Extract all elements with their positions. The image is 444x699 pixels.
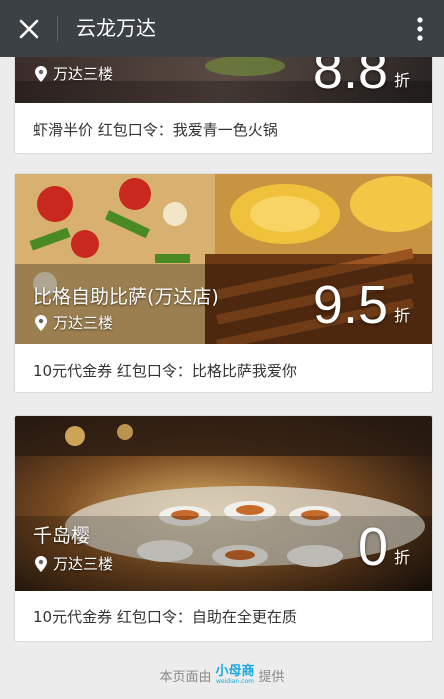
top-bar: 云龙万达 — [0, 0, 444, 57]
more-vertical-icon — [417, 17, 423, 41]
deal-caption: 10元代金券 红包口令：比格比萨我爱你 — [33, 362, 297, 380]
close-button[interactable] — [12, 12, 46, 46]
brand-sub: weidian.com — [216, 678, 254, 685]
location-pin-icon — [35, 314, 47, 331]
discount-unit: 折 — [393, 548, 410, 567]
brand-name: 小母商 — [215, 664, 255, 679]
deal-location: 万达三楼 — [35, 553, 113, 574]
discount-value: 9.5 — [312, 275, 388, 335]
location-pin-icon — [35, 555, 47, 572]
header-divider — [57, 16, 58, 42]
more-options-button[interactable] — [404, 12, 436, 46]
discount-value: 0 — [357, 517, 388, 577]
deal-location: 万达三楼 — [35, 312, 113, 333]
deal-discount: 0 折 — [358, 520, 410, 574]
deal-caption: 虾滑半价 红包口令：我爱青一色火锅 — [33, 121, 278, 139]
deal-location-text: 万达三楼 — [53, 314, 114, 332]
deal-card-buffet[interactable]: 千岛樱 万达三楼 0 折 10元代金券 红包口令：自助在全更在质 — [14, 415, 433, 642]
footer: 本页面由 小母商 weidian.com 提供 — [0, 665, 444, 685]
discount-unit: 折 — [393, 71, 410, 90]
deal-location: 万达三楼 — [35, 63, 113, 84]
deal-location-text: 万达三楼 — [53, 555, 114, 573]
deal-location-text: 万达三楼 — [53, 65, 114, 83]
footer-prefix: 本页面由 — [159, 669, 212, 685]
deal-card-pizza[interactable]: 比格自助比萨(万达店) 万达三楼 9.5 折 10元代金券 红包口令：比格比萨我… — [14, 173, 433, 393]
close-icon — [19, 19, 39, 39]
deal-name: 千岛樱 — [33, 525, 91, 547]
deal-discount: 9.5 折 — [313, 278, 410, 332]
deal-caption: 10元代金券 红包口令：自助在全更在质 — [33, 608, 297, 626]
discount-unit: 折 — [393, 306, 410, 325]
page-title: 云龙万达 — [76, 16, 156, 40]
location-pin-icon — [35, 65, 47, 82]
footer-suffix: 提供 — [258, 669, 285, 685]
deal-name: 比格自助比萨(万达店) — [33, 286, 219, 308]
brand-logo[interactable]: 小母商 weidian.com — [215, 665, 254, 685]
